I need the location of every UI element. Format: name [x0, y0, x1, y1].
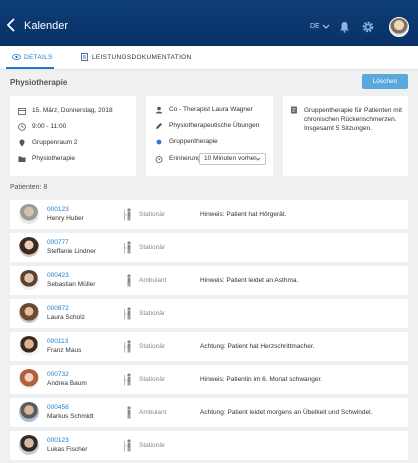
- exercise-type: Physiotherapeutische Übungen: [169, 122, 260, 129]
- patient-id[interactable]: 000123: [47, 437, 69, 444]
- patient-note: Hinweis: Patient leidet an Asthma.: [200, 277, 299, 284]
- person-standing-icon: [124, 241, 131, 254]
- patient-avatar: [19, 204, 39, 224]
- appointment-category: Physiotherapie: [32, 155, 75, 162]
- appointment-time: 9:00 - 11:00: [32, 123, 67, 130]
- patient-note: Hinweis: Patientin im 6. Monat schwanger…: [200, 376, 323, 383]
- person-standing-icon: [124, 208, 131, 221]
- calendar-icon: [18, 108, 26, 115]
- folder-icon: [18, 156, 26, 162]
- patient-name: Sebastian Müller: [47, 281, 96, 288]
- patient-id[interactable]: 000732: [47, 371, 69, 378]
- patient-avatar: [19, 402, 39, 422]
- person-standing-icon: [124, 307, 131, 320]
- document-icon: [81, 53, 88, 61]
- gear-icon[interactable]: [362, 21, 374, 33]
- person-standing-icon: [127, 274, 131, 287]
- chevron-down-icon[interactable]: [322, 22, 330, 30]
- description-card: Gruppentherapie für Patienten mit chroni…: [283, 96, 408, 176]
- reminder-select[interactable]: 10 Minuten vorher: [199, 153, 266, 165]
- user-avatar[interactable]: [389, 17, 409, 37]
- patient-type: Ambulant: [139, 409, 167, 416]
- patient-type: Stationär: [139, 211, 166, 218]
- patient-avatar: [19, 270, 39, 290]
- patient-id[interactable]: 000123: [47, 206, 69, 213]
- patient-row[interactable]: 000732 Andrea Baum Stationär Hinweis: Patie…: [10, 365, 408, 394]
- therapy-info-card: Co - Therapist Laura Wagner Physiotherap…: [146, 96, 273, 176]
- reminder-value: 10 Minuten vorher: [204, 155, 257, 162]
- tab-leistungsdokumentation[interactable]: LEISTUNGSDOKUMENTATION: [92, 54, 192, 61]
- description-text: Gruppentherapie für Patienten mit chroni…: [304, 107, 402, 132]
- patient-id[interactable]: 000423: [47, 272, 69, 279]
- therapy-group: Gruppentherapie: [169, 138, 218, 145]
- patient-note: Achtung: Patient hat Herzschrittmacher.: [200, 343, 315, 350]
- reminder-label: Erinnerung: [169, 155, 201, 162]
- therapist-name: Co - Therapist Laura Wagner: [169, 106, 253, 113]
- tab-details[interactable]: DETAILS: [24, 54, 53, 61]
- appointment-date: 15. März, Donnerstag, 2018: [32, 107, 113, 114]
- patient-avatar: [19, 336, 39, 356]
- language-selector[interactable]: DE: [310, 23, 320, 30]
- patient-name: Laura Scholz: [47, 314, 85, 321]
- patient-row[interactable]: 000456 Markus Schmidt Ambulant Achtung: Pat…: [10, 398, 408, 427]
- patient-name: Steffanie Lindner: [47, 248, 97, 255]
- patient-id[interactable]: 000872: [47, 305, 69, 312]
- location-pin-icon: [19, 139, 25, 147]
- tab-bar: DETAILS LEISTUNGSDOKUMENTATION: [0, 46, 418, 70]
- patient-row[interactable]: 000872 Laura Scholz Stationär: [10, 299, 408, 328]
- back-arrow-icon[interactable]: [6, 18, 18, 32]
- document-icon: [291, 106, 297, 114]
- chevron-down-icon: [255, 157, 261, 161]
- patient-row[interactable]: 000123 Henry Huber Stationär Hinweis: Patie…: [10, 200, 408, 229]
- delete-button[interactable]: Löschen: [362, 74, 408, 89]
- patient-row[interactable]: 000423 Sebastian Müller Ambulant Hinweis: P…: [10, 266, 408, 295]
- patient-name: Henry Huber: [47, 215, 84, 222]
- person-standing-icon: [124, 340, 131, 353]
- patients-count: Patienten: 8: [10, 184, 48, 191]
- pen-icon: [156, 123, 162, 129]
- patient-id[interactable]: 000777: [47, 239, 69, 246]
- app-header: Kalender DE: [0, 0, 418, 46]
- patient-name: Andrea Baum: [47, 380, 87, 387]
- alarm-clock-icon: [155, 156, 163, 163]
- patient-avatar: [19, 303, 39, 323]
- patient-name: Markus Schmidt: [47, 413, 94, 420]
- page-title: Kalender: [24, 20, 69, 32]
- patient-type: Stationär: [139, 244, 166, 251]
- patient-type: Stationär: [139, 310, 166, 317]
- patient-type: Ambulant: [139, 277, 167, 284]
- patient-avatar: [19, 435, 39, 455]
- patient-type: Stationär: [139, 442, 166, 449]
- patient-note: Hinweis: Patient hat Hörgerät.: [200, 211, 287, 218]
- bell-icon[interactable]: [339, 21, 350, 33]
- patient-name: Lukas Fischer: [47, 446, 88, 453]
- patient-avatar: [19, 369, 39, 389]
- user-icon: [155, 106, 163, 114]
- person-standing-icon: [127, 406, 131, 419]
- patient-avatar: [19, 237, 39, 257]
- group-dot: [156, 139, 162, 145]
- patient-type: Stationär: [139, 376, 166, 383]
- appointment-info-card: 15. März, Donnerstag, 2018 9:00 - 11:00 …: [10, 96, 136, 176]
- status-dot-icon: [156, 139, 162, 145]
- active-tab-indicator: [6, 67, 54, 69]
- patient-note: Achtung: Patient leidet morgens an Übelk…: [200, 409, 373, 416]
- person-standing-icon: [124, 439, 131, 452]
- patient-id[interactable]: 000456: [47, 404, 69, 411]
- patient-row[interactable]: 000113 Franz Maus Stationär Achtung: Patien…: [10, 332, 408, 361]
- patient-type: Stationär: [139, 343, 166, 350]
- eye-icon: [12, 54, 21, 60]
- patient-row[interactable]: 000123 Lukas Fischer Stationär: [10, 431, 408, 460]
- appointment-room: Gruppenraum 2: [32, 139, 78, 146]
- appointment-title: Physiotherapie: [10, 78, 68, 87]
- patient-id[interactable]: 000113: [47, 338, 68, 345]
- clock-icon: [18, 123, 26, 131]
- person-standing-icon: [124, 373, 131, 386]
- patient-row[interactable]: 000777 Steffanie Lindner Stationär: [10, 233, 408, 262]
- patient-name: Franz Maus: [47, 347, 82, 354]
